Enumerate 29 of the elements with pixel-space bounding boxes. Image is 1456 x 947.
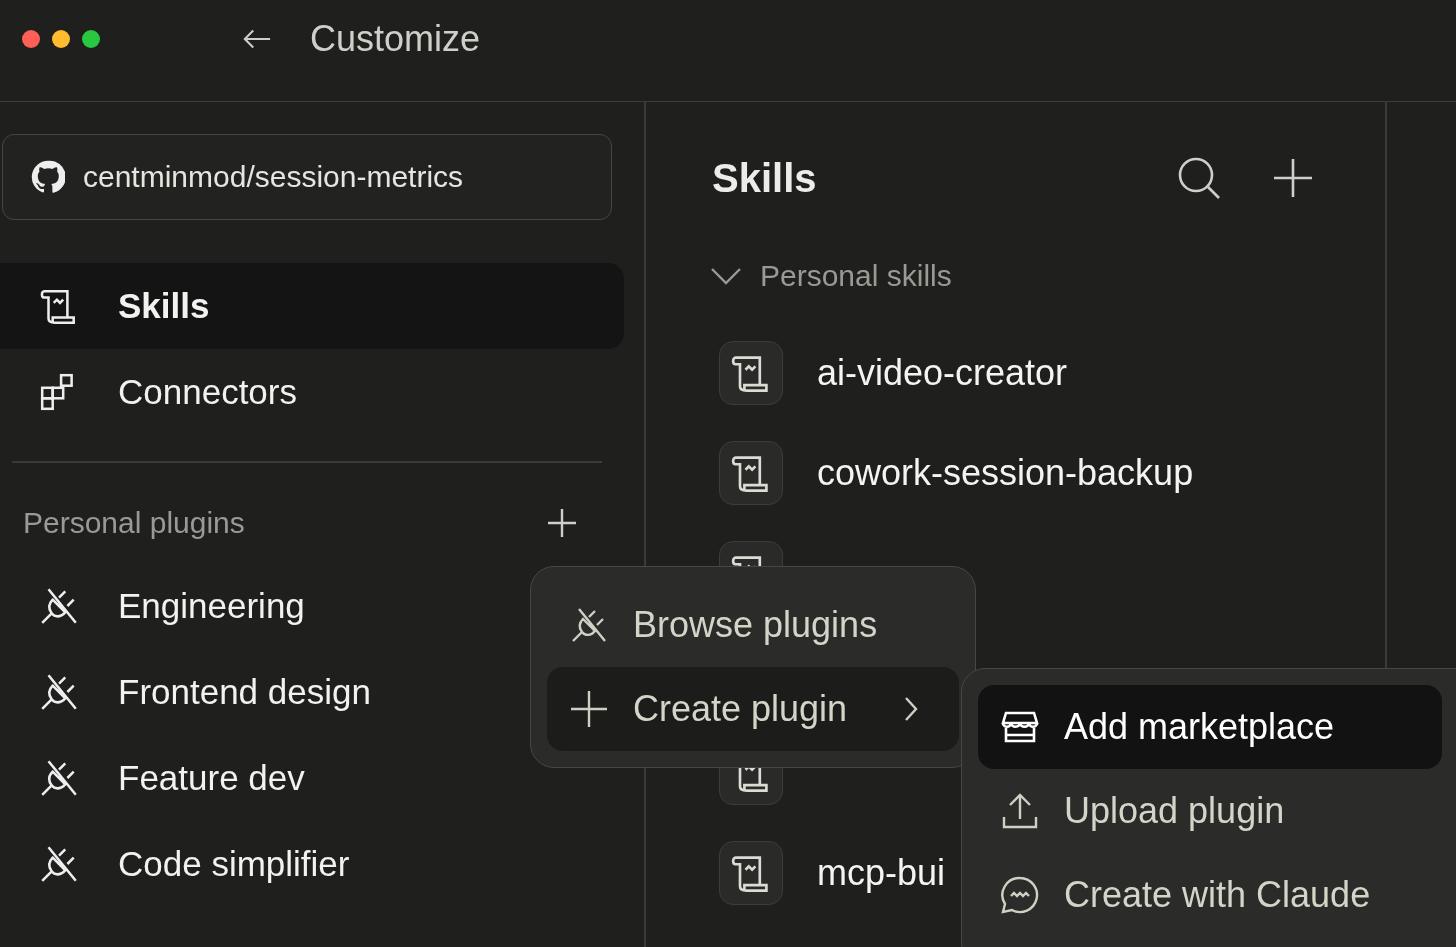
panel-title: Skills xyxy=(712,155,818,201)
github-icon xyxy=(31,160,65,194)
repository-button[interactable]: centminmod/session-metrics xyxy=(2,134,612,220)
group-toggle[interactable]: Personal skills xyxy=(710,254,952,298)
search-icon[interactable] xyxy=(1177,156,1221,200)
menu-item[interactable]: Add marketplace xyxy=(978,685,1442,769)
add-icon[interactable] xyxy=(1271,156,1315,200)
skill-name[interactable]: mcp-bui xyxy=(817,852,946,894)
skill-name[interactable]: cowork-session-backup xyxy=(817,452,1194,494)
menu-item[interactable]: Upload plugin xyxy=(978,769,1442,853)
skill-icon xyxy=(719,341,783,405)
plus-icon xyxy=(569,689,609,729)
minimize-window-button[interactable] xyxy=(52,29,70,48)
skill-icon xyxy=(719,441,783,505)
menu-item[interactable]: Create plugin xyxy=(547,667,959,751)
skill-icon xyxy=(719,841,783,905)
menu-item[interactable]: Create with Claude xyxy=(978,853,1442,937)
section-heading: Personal plugins xyxy=(23,506,245,540)
window-title: Customize xyxy=(310,17,481,60)
add-icon[interactable] xyxy=(546,507,578,539)
upload-icon xyxy=(1000,791,1040,831)
nav-item[interactable]: Connectors xyxy=(0,349,624,435)
zoom-window-button[interactable] xyxy=(82,29,100,48)
chat-icon xyxy=(1000,875,1040,915)
nav-item[interactable]: Skills xyxy=(0,263,624,349)
close-window-button[interactable] xyxy=(22,29,40,48)
plugin-item[interactable]: Code simplifier xyxy=(0,821,624,907)
chevron-icon xyxy=(710,266,742,286)
skill-name[interactable]: ai-video-creator xyxy=(817,352,1068,394)
